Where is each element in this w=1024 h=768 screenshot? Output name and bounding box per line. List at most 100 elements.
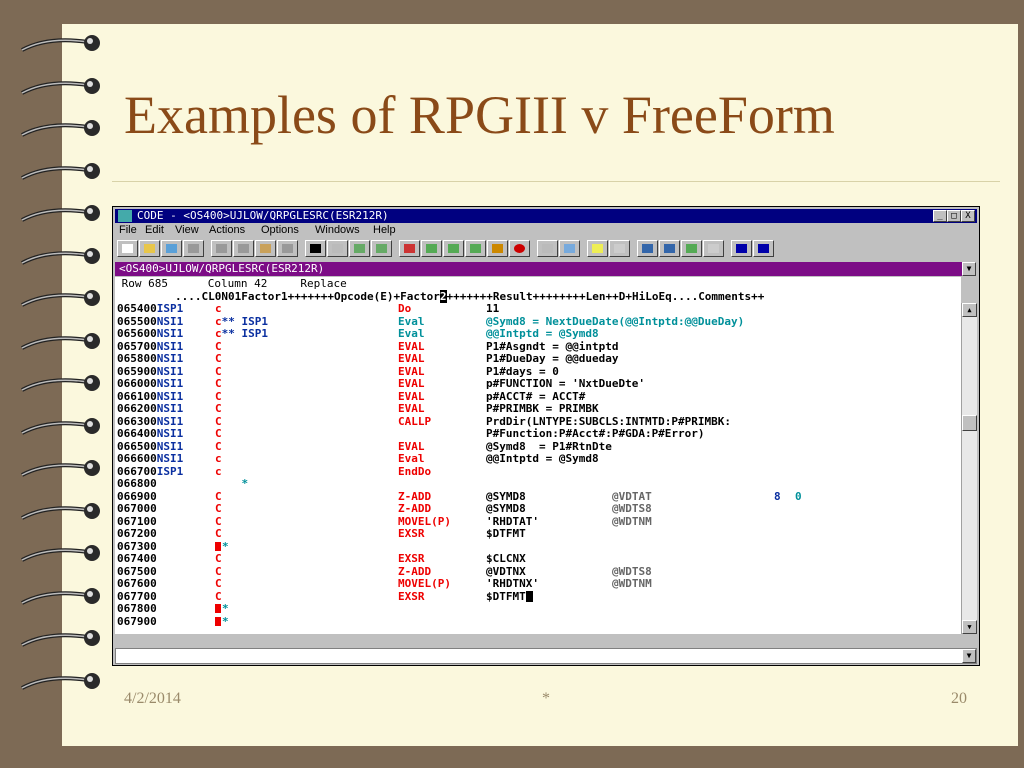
filter-icon[interactable]	[371, 240, 392, 257]
spec-letter: c	[215, 314, 222, 328]
scroll-down-arrow-icon[interactable]: ▼	[962, 620, 977, 634]
spiral-ring-icon	[18, 627, 108, 651]
factor2: @@Intptd = @Symd8	[486, 452, 599, 465]
source-line[interactable]: 067100 C MOVEL(P) 'RHDTAT' @WDTNM	[115, 515, 961, 529]
source-lines: 065400ISP1 c Do 11 065500NSI1 c** ISP1 Eval @Sy…	[115, 302, 961, 629]
source-line[interactable]: 067600 C MOVEL(P) 'RHDTNX' @WDTNM	[115, 577, 961, 591]
scroll-thumb[interactable]	[962, 415, 977, 431]
sequence-number: 066400	[117, 427, 157, 440]
source-line[interactable]: 066800 *	[115, 477, 961, 491]
source-line[interactable]: 066200NSI1 C EVAL P#PRIMBK = PRIMBK	[115, 402, 961, 416]
spiral-ring-icon	[18, 202, 108, 226]
menu-actions[interactable]: Actions	[209, 224, 245, 236]
decimals-field: 0	[795, 489, 802, 503]
factor2: $DTFMT	[486, 590, 533, 604]
menu-options[interactable]: Options	[261, 224, 299, 236]
source-line[interactable]: 067900 *	[115, 615, 961, 629]
source-line[interactable]: 065800NSI1 C EVAL P1#DueDay = @@dueday	[115, 352, 961, 366]
compile-icon[interactable]	[399, 240, 420, 257]
spec-type: C	[215, 552, 222, 565]
source-line[interactable]: 066400NSI1 C P#Function:P#Acct#:P#GDA:P#Er…	[115, 427, 961, 441]
spec-type: C	[215, 402, 222, 415]
factor2: p#FUNCTION = 'NxtDueDte'	[486, 377, 645, 390]
pointer-icon[interactable]	[305, 240, 326, 257]
menu-file[interactable]: File	[119, 224, 137, 236]
flow-icon[interactable]	[659, 240, 680, 257]
split-icon[interactable]	[637, 240, 658, 257]
code-editor-window: CODE - <OS400>UJLOW/QRPGLESRC(ESR212R) _…	[112, 206, 980, 666]
spiral-ring-icon	[18, 372, 108, 396]
opcode: Z-ADD	[398, 502, 432, 515]
source-line[interactable]: 067300 *	[115, 540, 961, 554]
source-editor[interactable]: Row 685 Column 42 Replace ....CL0N01Fact…	[115, 277, 961, 634]
open-folder-icon[interactable]	[139, 240, 160, 257]
undo-icon[interactable]	[277, 240, 298, 257]
find-icon[interactable]	[587, 240, 608, 257]
spiral-ring-icon	[18, 415, 108, 439]
gray-box-icon[interactable]	[537, 240, 558, 257]
spec-letter: c	[215, 327, 222, 340]
close-button[interactable]: X	[961, 210, 975, 222]
stop-red-icon[interactable]	[509, 240, 530, 257]
source-line[interactable]: 067700 C EXSR $DTFMT	[115, 590, 961, 604]
run-3-icon[interactable]	[465, 240, 486, 257]
source-marker: NSI1	[156, 377, 184, 390]
maximize-button[interactable]: □	[947, 210, 961, 222]
help-icon[interactable]	[753, 240, 774, 257]
cut-icon[interactable]	[211, 240, 232, 257]
menu-edit[interactable]: Edit	[145, 224, 164, 236]
sequence-number: 065400	[117, 302, 157, 315]
sequence-number: 067500	[117, 564, 157, 578]
opcode: EndDo	[398, 464, 432, 478]
footer-page-number: 20	[951, 690, 967, 707]
spec-type: C	[215, 377, 222, 390]
menu-windows[interactable]: Windows	[315, 224, 360, 236]
command-line-input[interactable]: ▼	[115, 648, 977, 664]
source-line[interactable]: 067000 C Z-ADD @SYMD8 @WDTS8	[115, 502, 961, 516]
menu-help[interactable]: Help	[373, 224, 396, 236]
save-icon[interactable]	[161, 240, 182, 257]
source-line[interactable]: 067200 C EXSR $DTFMT	[115, 527, 961, 541]
minimize-button[interactable]: _	[933, 210, 947, 222]
source-line[interactable]: 065600NSI1 c** ISP1 Eval @@Intptd = @Symd8	[115, 327, 961, 341]
document-title-bar: <OS400>UJLOW/QRPGLESRC(ESR212R) ▼	[115, 262, 976, 276]
export-icon[interactable]	[681, 240, 702, 257]
factor2: $DTFMT	[486, 527, 526, 540]
source-line[interactable]: 066600NSI1 c Eval @@Intptd = @Symd8	[115, 452, 961, 466]
scroll-up-arrow-icon[interactable]: ▲	[962, 303, 977, 317]
forward-icon[interactable]	[559, 240, 580, 257]
opcode: MOVEL(P)	[398, 577, 451, 590]
source-marker: NSI1	[156, 402, 184, 415]
sequence-number: 065900	[117, 364, 157, 378]
source-line[interactable]: 067400 C EXSR $CLCNX	[115, 552, 961, 566]
list-icon[interactable]	[609, 240, 630, 257]
print-icon[interactable]	[183, 240, 204, 257]
source-line[interactable]: 066000NSI1 C EVAL p#FUNCTION = 'NxtDueDte'	[115, 377, 961, 391]
paste-icon[interactable]	[255, 240, 276, 257]
source-line[interactable]: 066900 C Z-ADD @SYMD8 @VDTAT 8 0	[115, 489, 961, 504]
edit-icon[interactable]	[703, 240, 724, 257]
factor2: P1#DueDay = @@dueday	[486, 352, 619, 365]
tools-icon[interactable]	[487, 240, 508, 257]
document-dropdown-button[interactable]: ▼	[962, 262, 976, 276]
source-marker: ISP1	[156, 302, 184, 315]
copy-icon[interactable]	[233, 240, 254, 257]
info-icon[interactable]	[731, 240, 752, 257]
run-2-icon[interactable]	[443, 240, 464, 257]
new-file-icon[interactable]	[117, 240, 138, 257]
sequence-number: 067400	[117, 552, 157, 565]
check-icon[interactable]	[349, 240, 370, 257]
command-dropdown-button[interactable]: ▼	[962, 649, 976, 663]
select-icon[interactable]	[327, 240, 348, 257]
run-1-icon[interactable]	[421, 240, 442, 257]
source-marker: NSI1	[156, 427, 184, 440]
source-line[interactable]: 067800 *	[115, 602, 961, 616]
spiral-ring-icon	[18, 670, 108, 694]
sequence-number: 065500	[117, 314, 157, 328]
app-icon[interactable]	[118, 210, 132, 222]
comment-marker: *	[222, 602, 229, 615]
vertical-scrollbar[interactable]: ▲ ▼	[961, 303, 977, 634]
menu-view[interactable]: View	[175, 224, 199, 236]
factor2: $CLCNX	[486, 552, 526, 565]
window-titlebar[interactable]: CODE - <OS400>UJLOW/QRPGLESRC(ESR212R) _…	[115, 209, 977, 223]
